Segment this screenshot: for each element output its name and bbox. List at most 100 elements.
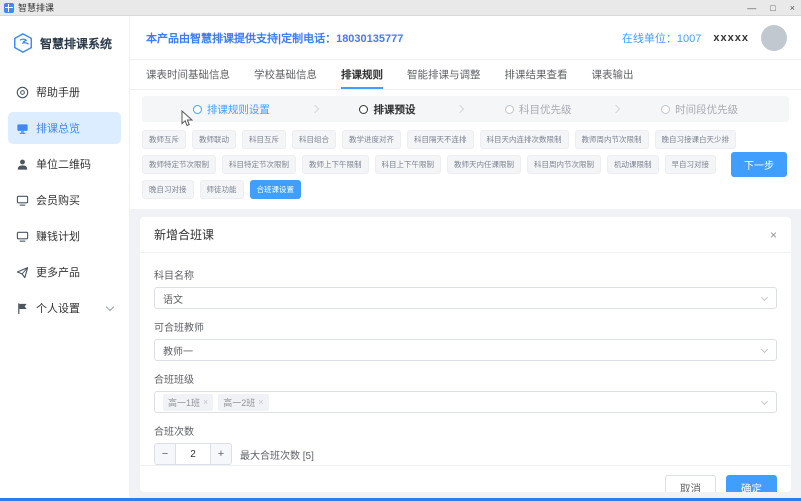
user-icon <box>16 158 29 171</box>
cancel-button[interactable]: 取消 <box>665 475 716 492</box>
support-text: 本产品由智慧排课提供支持|定制电话：18030135777 <box>146 30 403 46</box>
decrement-button[interactable]: − <box>155 444 175 464</box>
step-schedule-preset[interactable]: 排课预设 <box>359 102 415 117</box>
close-button[interactable]: × <box>790 1 795 15</box>
rule-chip-teacher-mutex[interactable]: 教师互斥 <box>142 130 186 149</box>
combinable-teacher-select[interactable]: 教师一 <box>154 339 777 361</box>
step-rule-settings[interactable]: 排课规则设置 <box>193 102 270 117</box>
rule-chip-mentor-function[interactable]: 师徒功能 <box>200 180 244 199</box>
sidebar-item-help-manual[interactable]: 帮助手册 <box>8 76 121 108</box>
rule-chip-subject-combo[interactable]: 科目组合 <box>292 130 336 149</box>
remove-tag-icon[interactable]: × <box>258 397 263 407</box>
sidebar-item-personal-settings[interactable]: 个人设置 <box>8 292 121 324</box>
chevron-right-icon <box>456 105 464 113</box>
combine-count-value[interactable]: 2 <box>175 444 211 464</box>
help-icon <box>16 86 29 99</box>
step-subject-priority[interactable]: 科目优先级 <box>505 102 572 117</box>
sidebar: 智慧排课系统 帮助手册 排课总览 单位二维码 会员购买 赚钱计划 更多产品 <box>0 16 130 498</box>
app-logo: 智慧排课系统 <box>0 28 129 72</box>
step-indicator: 排课规则设置 排课预设 科目优先级 时间段优先级 <box>142 96 789 122</box>
rule-chip-evening-study-day-reduction[interactable]: 晚自习接课白天少排 <box>655 130 737 149</box>
sidebar-item-schedule-overview[interactable]: 排课总览 <box>8 112 121 144</box>
monitor-icon <box>16 122 29 135</box>
rule-chip-teacher-specific-period-limit[interactable]: 教师特定节次限制 <box>142 155 216 174</box>
rule-chip-combined-class-settings[interactable]: 合班课设置 <box>250 180 302 199</box>
flag-icon <box>16 302 29 315</box>
chevron-right-icon <box>310 105 318 113</box>
sidebar-item-earning-plan[interactable]: 赚钱计划 <box>8 220 121 252</box>
online-units-label: 在线单位： <box>622 33 677 45</box>
step-circle-icon <box>661 105 670 114</box>
sidebar-item-label: 单位二维码 <box>36 156 91 172</box>
tab-schedule-result[interactable]: 排课结果查看 <box>505 60 568 89</box>
chevron-down-icon <box>106 303 114 311</box>
minimize-button[interactable]: — <box>747 1 756 15</box>
close-icon[interactable]: × <box>770 229 777 241</box>
rule-chip-subject-specific-period-limit[interactable]: 科目特定节次限制 <box>222 155 296 174</box>
rule-chip-evening-study-link[interactable]: 晚自习对接 <box>142 180 194 199</box>
window-title: 智慧排课 <box>18 1 54 14</box>
rule-chip-no-consecutive-days[interactable]: 科目隔天不连排 <box>407 130 474 149</box>
rule-chip-subject-ampm-limit[interactable]: 科目上下午限制 <box>375 155 442 174</box>
online-units: 在线单位：1007 <box>622 30 701 46</box>
logo-icon <box>12 32 34 54</box>
combinable-teacher-value: 教师一 <box>163 343 193 358</box>
max-combine-count-hint: 最大合班次数 [5] <box>240 447 314 462</box>
rule-chip-teacher-weekly-period-limit[interactable]: 教师周内节次限制 <box>575 130 649 149</box>
online-units-count: 1007 <box>677 33 701 45</box>
rule-chip-teacher-link[interactable]: 教师联动 <box>192 130 236 149</box>
app-icon <box>4 3 14 13</box>
panel-title: 新增合班课 <box>154 226 214 243</box>
next-step-button[interactable]: 下一步 <box>731 152 787 177</box>
rule-chip-teacher-daily-class-limit[interactable]: 教师天内任课限制 <box>447 155 521 174</box>
rule-chip-teacher-ampm-limit[interactable]: 教师上下午限制 <box>302 155 369 174</box>
subject-name-select[interactable]: 语文 <box>154 287 777 309</box>
app-title: 智慧排课系统 <box>40 35 112 52</box>
chevron-down-icon <box>761 346 768 353</box>
rule-chip-subject-weekly-period-limit[interactable]: 科目周内节次限制 <box>527 155 601 174</box>
monitor-icon <box>16 230 29 243</box>
monitor-icon <box>16 194 29 207</box>
remove-tag-icon[interactable]: × <box>203 397 208 407</box>
tab-timetable-time-info[interactable]: 课表时间基础信息 <box>146 60 230 89</box>
chevron-down-icon <box>761 294 768 301</box>
subject-name-label: 科目名称 <box>154 267 777 282</box>
increment-button[interactable]: + <box>211 444 231 464</box>
tab-smart-scheduling[interactable]: 智能排课与调整 <box>407 60 481 89</box>
class-tag-label: 高一2班 <box>223 396 255 409</box>
sidebar-item-member-purchase[interactable]: 会员购买 <box>8 184 121 216</box>
subject-name-value: 语文 <box>163 291 183 306</box>
sidebar-item-more-products[interactable]: 更多产品 <box>8 256 121 288</box>
confirm-button[interactable]: 确定 <box>726 475 777 492</box>
sidebar-item-label: 帮助手册 <box>36 84 80 100</box>
sidebar-item-label: 排课总览 <box>36 120 80 136</box>
rules-panel: 排课规则设置 排课预设 科目优先级 时间段优先级 教师互斥 教师联动 科目互斥 … <box>130 90 801 209</box>
combined-classes-select[interactable]: 高一1班 × 高一2班 × <box>154 391 777 413</box>
rule-chip-progress-align[interactable]: 教学进度对齐 <box>342 130 401 149</box>
avatar[interactable] <box>761 25 787 51</box>
combine-count-label: 合班次数 <box>154 423 777 438</box>
rule-chip-list: 教师互斥 教师联动 科目互斥 科目组合 教学进度对齐 科目隔天不连排 科目天内连… <box>142 130 742 199</box>
page-header: 本产品由智慧排课提供支持|定制电话：18030135777 在线单位：1007 … <box>130 16 801 60</box>
class-tag-label: 高一1班 <box>168 396 200 409</box>
maximize-button[interactable]: □ <box>770 1 775 15</box>
tab-school-basic-info[interactable]: 学校基础信息 <box>254 60 317 89</box>
step-circle-icon <box>505 105 514 114</box>
sidebar-item-unit-qrcode[interactable]: 单位二维码 <box>8 148 121 180</box>
combine-count-stepper: − 2 + <box>154 443 232 465</box>
username: xxxxx <box>713 32 749 44</box>
add-combined-class-panel: 新增合班课 × 科目名称 语文 可合班教师 教师一 合班班级 高一1班 <box>140 217 791 492</box>
class-tag: 高一2班 × <box>218 394 268 411</box>
step-circle-icon <box>193 105 202 114</box>
rule-chip-flexible-class-limit[interactable]: 机动课限制 <box>607 155 659 174</box>
rule-chip-subject-mutex[interactable]: 科目互斥 <box>242 130 286 149</box>
rule-chip-morning-study-link[interactable]: 早自习对接 <box>665 155 717 174</box>
tab-timetable-output[interactable]: 课表输出 <box>592 60 634 89</box>
sidebar-item-label: 赚钱计划 <box>36 228 80 244</box>
step-timeslot-priority[interactable]: 时间段优先级 <box>661 102 738 117</box>
rule-chip-daily-consecutive-limit[interactable]: 科目天内连排次数限制 <box>480 130 569 149</box>
class-tag: 高一1班 × <box>163 394 213 411</box>
sidebar-item-label: 会员购买 <box>36 192 80 208</box>
tab-scheduling-rules[interactable]: 排课规则 <box>341 60 383 89</box>
sidebar-item-label: 个人设置 <box>36 300 80 316</box>
